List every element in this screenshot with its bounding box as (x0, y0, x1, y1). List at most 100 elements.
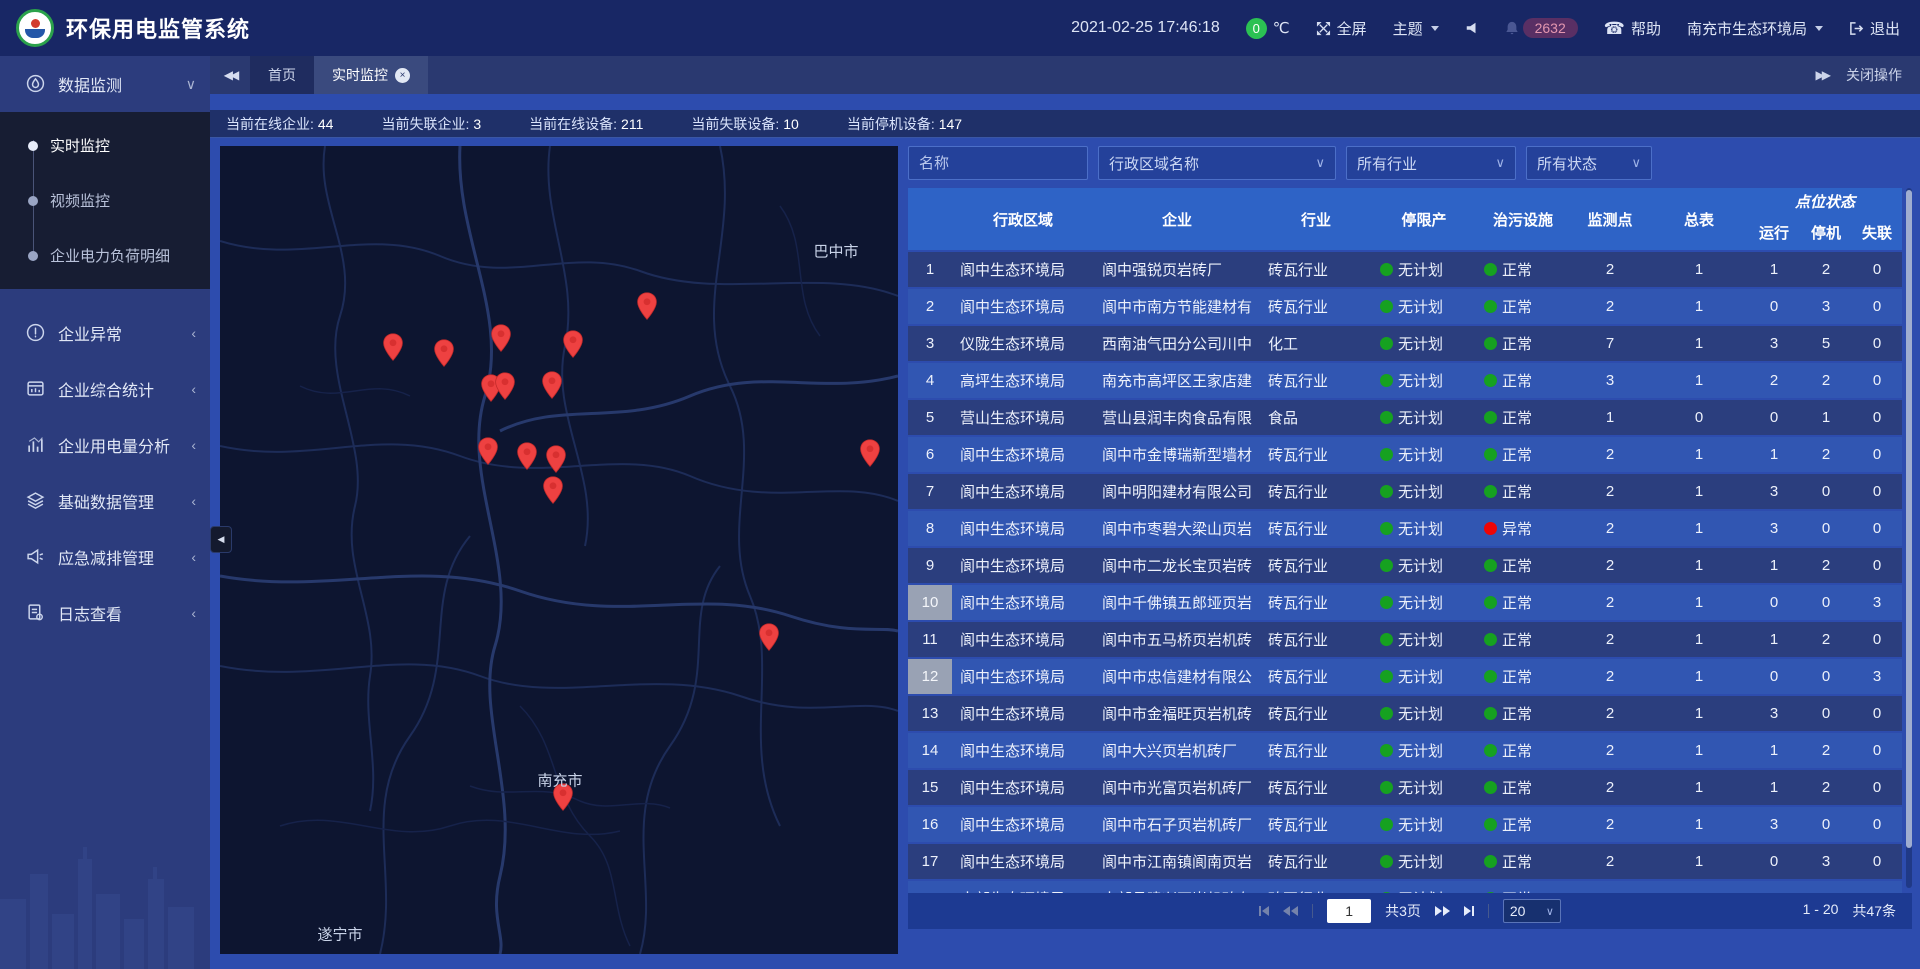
row-number: 17 (908, 844, 952, 879)
cell-treatment-status: 正常 (1476, 585, 1570, 620)
map-pin[interactable] (382, 333, 404, 367)
cell-limit-status: 无计划 (1372, 733, 1476, 768)
cell-lost-count: 0 (1852, 474, 1902, 509)
last-page-button[interactable] (1464, 906, 1474, 916)
table-row[interactable]: 14阆中生态环境局阆中大兴页岩机砖厂砖瓦行业无计划正常21120 (908, 733, 1902, 768)
sidebar-item-log-view[interactable]: 日志查看 ‹ (0, 585, 210, 641)
scroll-tabs-right-icon[interactable]: ▶▶ (1816, 68, 1828, 82)
sidebar-item-emergency-reduction[interactable]: 应急减排管理 ‹ (0, 529, 210, 585)
page-number-input[interactable] (1327, 899, 1371, 923)
map-pin[interactable] (859, 439, 881, 473)
table-row[interactable]: 2阆中生态环境局阆中市南方节能建材有砖瓦行业无计划正常21030 (908, 289, 1902, 324)
sidebar-item-enterprise-abnormal[interactable]: 企业异常 ‹ (0, 305, 210, 361)
tab-home[interactable]: 首页 (250, 56, 314, 94)
theme-dropdown[interactable]: 主题 (1393, 18, 1439, 39)
cell-monitor-points: 2 (1570, 844, 1650, 879)
status-dot-icon (1484, 596, 1497, 609)
table-row[interactable]: 15阆中生态环境局阆中市光富页岩机砖厂砖瓦行业无计划正常21120 (908, 770, 1902, 805)
table-row[interactable]: 11阆中生态环境局阆中市五马桥页岩机砖砖瓦行业无计划正常21120 (908, 622, 1902, 657)
table-row[interactable]: 4高坪生态环境局南充市高坪区王家店建砖瓦行业无计划正常31220 (908, 363, 1902, 398)
map-pin[interactable] (636, 292, 658, 326)
table-row[interactable]: 6阆中生态环境局阆中市金博瑞新型墙材砖瓦行业无计划正常21120 (908, 437, 1902, 472)
cell-region: 阆中生态环境局 (952, 585, 1094, 620)
cell-lost-count: 0 (1852, 363, 1902, 398)
close-operations-button[interactable]: 关闭操作 (1846, 65, 1902, 85)
sidebar-item-data-monitor[interactable]: 数据监测 ∨ (0, 56, 210, 112)
table-row[interactable]: 17阆中生态环境局阆中市江南镇阆南页岩砖瓦行业无计划正常21030 (908, 844, 1902, 879)
name-search-input[interactable] (908, 146, 1088, 180)
table-row[interactable]: 13阆中生态环境局阆中市金福旺页岩机砖砖瓦行业无计划正常21300 (908, 696, 1902, 731)
sidebar-item-base-data[interactable]: 基础数据管理 ‹ (0, 473, 210, 529)
cell-treatment-status: 正常 (1476, 437, 1570, 472)
cell-treatment-status: 正常 (1476, 696, 1570, 731)
table-row[interactable]: 18南部生态环境局南部县建兴页岩机砖有砖瓦行业无计划正常21030 (908, 881, 1902, 893)
chevron-down-icon: ∨ (1546, 905, 1554, 918)
sidebar-item-video-monitor[interactable]: 视频监控 (0, 173, 210, 228)
industry-select[interactable]: 所有行业∨ (1346, 146, 1516, 180)
name-search-field[interactable] (919, 155, 1077, 172)
cell-run-count: 3 (1748, 807, 1800, 842)
cell-total-meters: 1 (1650, 326, 1748, 361)
map-pin[interactable] (433, 339, 455, 373)
help-button[interactable]: ☎ 帮助 (1604, 18, 1661, 39)
close-tab-icon[interactable]: × (395, 68, 410, 83)
table-scrollbar[interactable] (1906, 188, 1912, 888)
col-meters: 总表 (1650, 188, 1748, 250)
sidebar-item-enterprise-statistics[interactable]: 企业综合统计 ‹ (0, 361, 210, 417)
region-select[interactable]: 行政区域名称∨ (1098, 146, 1336, 180)
fullscreen-button[interactable]: 全屏 (1316, 18, 1367, 39)
first-page-button[interactable] (1259, 906, 1269, 916)
map-pin[interactable] (477, 437, 499, 471)
gis-map[interactable]: 巴中市南充市遂宁市 ◀ (220, 146, 898, 954)
cell-total-meters: 1 (1650, 548, 1748, 583)
map-pin[interactable] (490, 324, 512, 358)
table-row[interactable]: 5营山生态环境局营山县润丰肉食品有限食品无计划正常10010 (908, 400, 1902, 435)
cell-limit-status: 无计划 (1372, 363, 1476, 398)
table-row[interactable]: 12阆中生态环境局阆中市忠信建材有限公砖瓦行业无计划正常21003 (908, 659, 1902, 694)
cell-lost-count: 0 (1852, 511, 1902, 546)
page-size-select[interactable]: 20∨ (1503, 899, 1561, 923)
cell-industry: 砖瓦行业 (1260, 733, 1372, 768)
map-pin[interactable] (562, 330, 584, 364)
scrollbar-thumb[interactable] (1906, 190, 1912, 848)
table-row[interactable]: 8阆中生态环境局阆中市枣碧大梁山页岩砖瓦行业无计划异常21300 (908, 511, 1902, 546)
cell-industry: 砖瓦行业 (1260, 659, 1372, 694)
map-pin[interactable] (758, 623, 780, 657)
chevron-left-icon: ‹ (191, 493, 196, 509)
status-dot-icon (1484, 670, 1497, 683)
cell-stop-count: 2 (1800, 548, 1852, 583)
map-pin[interactable] (516, 442, 538, 476)
sidebar-item-power-analysis[interactable]: 企业用电量分析 ‹ (0, 417, 210, 473)
submenu-data-monitor: 实时监控 视频监控 企业电力负荷明细 (0, 112, 210, 289)
map-pin[interactable] (541, 371, 563, 405)
row-number: 15 (908, 770, 952, 805)
chevron-down-icon: ∨ (1631, 155, 1641, 171)
table-row[interactable]: 16阆中生态环境局阆中市石子页岩机砖厂砖瓦行业无计划正常21300 (908, 807, 1902, 842)
table-row[interactable]: 10阆中生态环境局阆中千佛镇五郎垭页岩砖瓦行业无计划正常21003 (908, 585, 1902, 620)
cell-region: 阆中生态环境局 (952, 474, 1094, 509)
map-pin[interactable] (494, 372, 516, 406)
cell-company: 营山县润丰肉食品有限 (1094, 400, 1260, 435)
next-page-button[interactable] (1435, 906, 1450, 916)
status-select[interactable]: 所有状态∨ (1526, 146, 1652, 180)
sidebar-item-power-load-detail[interactable]: 企业电力负荷明细 (0, 228, 210, 283)
status-dot-icon (1484, 485, 1497, 498)
collapse-tabs-icon[interactable]: ◀◀ (210, 56, 250, 94)
org-dropdown[interactable]: 南充市生态环境局 (1687, 18, 1823, 39)
status-dot-icon (1484, 263, 1497, 276)
map-pin[interactable] (542, 476, 564, 510)
table-row[interactable]: 1阆中生态环境局阆中强锐页岩砖厂砖瓦行业无计划正常21120 (908, 252, 1902, 287)
table-row[interactable]: 3仪陇生态环境局西南油气田分公司川中化工无计划正常71350 (908, 326, 1902, 361)
map-pin[interactable] (545, 445, 567, 479)
table-row[interactable]: 7阆中生态环境局阆中明阳建材有限公司砖瓦行业无计划正常21300 (908, 474, 1902, 509)
cell-lost-count: 0 (1852, 770, 1902, 805)
table-row[interactable]: 9阆中生态环境局阆中市二龙长宝页岩砖砖瓦行业无计划正常21120 (908, 548, 1902, 583)
collapse-panel-button[interactable]: ◀ (210, 526, 232, 553)
tab-realtime-monitor[interactable]: 实时监控 × (314, 56, 428, 94)
cell-company: 阆中市石子页岩机砖厂 (1094, 807, 1260, 842)
sidebar-item-realtime-monitor[interactable]: 实时监控 (0, 118, 210, 173)
prev-page-button[interactable] (1283, 906, 1298, 916)
sound-mute-button[interactable] (1465, 21, 1479, 35)
logout-button[interactable]: 退出 (1849, 18, 1900, 39)
notification-area[interactable]: 2632 (1505, 18, 1578, 38)
